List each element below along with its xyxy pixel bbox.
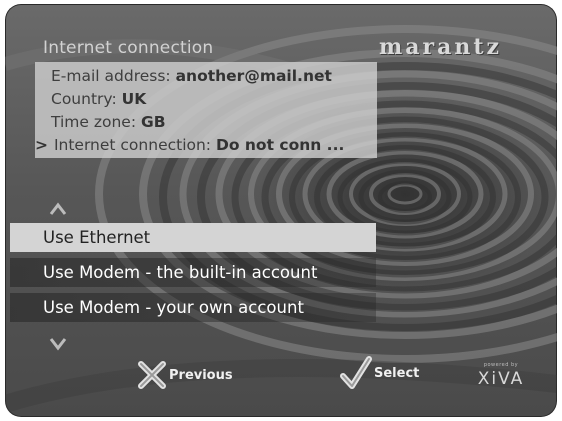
current-row-cursor: > (35, 136, 48, 154)
info-label: Country: (51, 90, 117, 108)
info-label: E-mail address: (51, 67, 171, 85)
info-value: GB (141, 113, 166, 131)
info-label: Time zone: (51, 113, 137, 131)
info-value: Do not conn ... (215, 136, 345, 154)
select-label: Select (374, 365, 420, 381)
menu-item-use-ethernet[interactable]: Use Ethernet (10, 223, 376, 252)
x-cross-icon (138, 361, 166, 389)
info-value: UK (121, 90, 147, 108)
menu-item-use-modem-own-account[interactable]: Use Modem - your own account (10, 293, 376, 322)
menu-item-use-modem-built-in[interactable]: Use Modem - the built-in account (10, 258, 376, 287)
previous-label: Previous (169, 367, 233, 383)
previous-button[interactable]: Previous (137, 359, 233, 391)
info-value: another@mail.net (175, 67, 332, 85)
xiva-wordmark: XiVA (477, 369, 525, 389)
checkmark-icon (340, 356, 372, 389)
info-row-time-zone: Time zone: GB (51, 113, 166, 131)
info-label: Internet connection: (53, 136, 212, 154)
tv-screen: Internet connection marantz E-mail addre… (5, 4, 557, 417)
chevron-up-icon[interactable] (49, 202, 67, 216)
marantz-logo: marantz (379, 34, 503, 60)
chevron-down-icon[interactable] (49, 337, 67, 351)
xiva-logo: powered by XiVA (475, 362, 527, 389)
info-row-email: E-mail address: another@mail.net (51, 67, 332, 85)
info-row-country: Country: UK (51, 90, 146, 108)
powered-by-text: powered by (483, 362, 519, 368)
info-row-internet-connection[interactable]: > Internet connection: Do not conn ... (35, 136, 344, 154)
settings-summary-panel: E-mail address: another@mail.net Country… (35, 62, 377, 158)
page-title: Internet connection (43, 38, 214, 58)
select-button[interactable]: Select (340, 356, 419, 390)
